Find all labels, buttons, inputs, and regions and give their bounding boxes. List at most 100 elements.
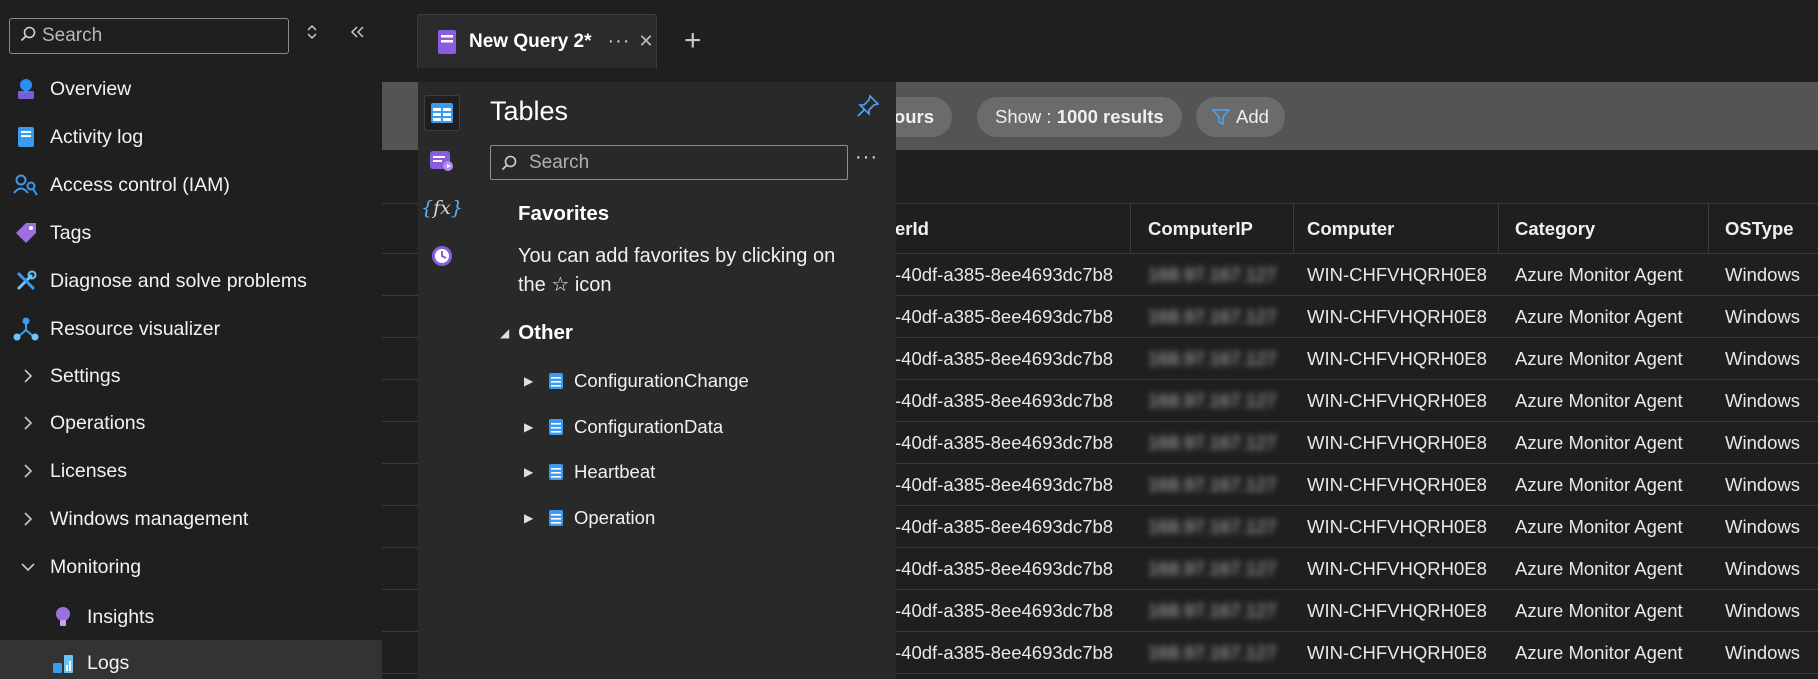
table-cell: WIN-CHFVHQRH0E8	[1307, 600, 1487, 621]
table-icon	[431, 103, 453, 123]
table-cell: -40df-a385-8ee4693dc7b8	[895, 516, 1114, 537]
tab-label: New Query 2*	[469, 30, 592, 52]
expand-collapse-icon[interactable]	[305, 22, 319, 48]
sidebar-item-activity-log[interactable]: Activity log	[0, 114, 382, 160]
queries-rail-button[interactable]	[424, 143, 460, 179]
table-cell: WIN-CHFVHQRH0E8	[1307, 390, 1487, 411]
add-filter-button[interactable]: Add	[1196, 97, 1285, 137]
table-cell: Windows	[1725, 432, 1801, 453]
new-tab-button[interactable]: +	[684, 24, 702, 58]
table-cell: WIN-CHFVHQRH0E8	[1307, 348, 1487, 369]
table-cell: WIN-CHFVHQRH0E8	[1307, 432, 1487, 453]
table-cell: Azure Monitor Agent	[1515, 390, 1683, 411]
table-cell: -40df-a385-8ee4693dc7b8	[895, 432, 1114, 453]
chevron-right-icon	[18, 511, 38, 527]
table-cell: 168.97.167.127	[1148, 390, 1277, 411]
tables-search-input[interactable]: Search	[490, 145, 848, 180]
table-item-configurationdata[interactable]: ▶ ConfigurationData	[524, 412, 723, 442]
show-results-button[interactable]: Show : 1000 results	[977, 97, 1182, 137]
sidebar-item-tags[interactable]: Tags	[0, 210, 382, 256]
queries-icon	[430, 151, 453, 171]
table-cell: 168.97.167.127	[1148, 348, 1277, 369]
table-cell: 168.97.167.127	[1148, 516, 1277, 537]
table-cell: 168.97.167.127	[1148, 306, 1277, 327]
favorites-description: You can add favorites by clicking on the…	[518, 245, 836, 296]
tab-new-query-2[interactable]: New Query 2* ··· ✕	[417, 14, 657, 68]
table-cell: WIN-CHFVHQRH0E8	[1307, 516, 1487, 537]
resource-sidebar: Search Overview Activity log Access cont…	[0, 0, 382, 679]
table-cell: WIN-CHFVHQRH0E8	[1307, 642, 1487, 663]
sidebar-item-monitoring[interactable]: Monitoring	[0, 544, 382, 590]
pin-icon[interactable]	[856, 94, 880, 123]
table-cell: Windows	[1725, 516, 1801, 537]
sidebar-search-placeholder: Search	[42, 25, 103, 46]
table-cell: Windows	[1725, 642, 1801, 663]
overview-icon	[13, 76, 39, 102]
filter-icon	[1212, 108, 1230, 126]
functions-rail-button[interactable]: {fx}	[421, 190, 463, 226]
collapse-sidebar-icon[interactable]	[349, 22, 367, 48]
resource-visualizer-icon	[13, 316, 39, 342]
column-header[interactable]: Category	[1515, 204, 1595, 254]
chevron-right-icon	[18, 368, 38, 384]
sidebar-item-insights[interactable]: Insights	[0, 594, 382, 640]
table-cell: Windows	[1725, 264, 1801, 285]
sidebar-item-diagnose[interactable]: Diagnose and solve problems	[0, 258, 382, 304]
sidebar-item-settings[interactable]: Settings	[0, 353, 382, 399]
sidebar-item-label: Operations	[50, 411, 146, 434]
sidebar-item-label: Access control (IAM)	[50, 173, 230, 196]
table-cell: -40df-a385-8ee4693dc7b8	[895, 306, 1114, 327]
table-cell: 168.97.167.127	[1148, 432, 1277, 453]
tables-search-placeholder: Search	[529, 151, 590, 173]
sidebar-item-resource-visualizer[interactable]: Resource visualizer	[0, 306, 382, 352]
sidebar-item-label: Insights	[87, 605, 155, 628]
column-header[interactable]: Computer	[1307, 204, 1394, 254]
table-cell: -40df-a385-8ee4693dc7b8	[895, 600, 1114, 621]
expand-arrow-icon[interactable]: ▶	[524, 465, 538, 479]
other-group-header[interactable]: ◢ Other	[500, 321, 573, 345]
tag-icon	[13, 220, 39, 246]
sidebar-item-label: Settings	[50, 364, 121, 387]
close-icon[interactable]: ✕	[638, 31, 653, 52]
show-value: 1000 results	[1056, 106, 1164, 127]
sidebar-item-logs[interactable]: Logs	[0, 640, 382, 679]
sidebar-item-licenses[interactable]: Licenses	[0, 448, 382, 494]
sidebar-search-input[interactable]: Search	[9, 18, 289, 54]
table-cell: 168.97.167.127	[1148, 474, 1277, 495]
table-item-operation[interactable]: ▶ Operation	[524, 503, 655, 533]
table-cell: -40df-a385-8ee4693dc7b8	[895, 642, 1114, 663]
sidebar-item-windows-management[interactable]: Windows management	[0, 496, 382, 542]
sidebar-item-operations[interactable]: Operations	[0, 400, 382, 446]
column-header[interactable]: erId	[895, 204, 929, 254]
access-control-icon	[13, 172, 39, 198]
table-item-configurationchange[interactable]: ▶ ConfigurationChange	[524, 366, 749, 396]
table-cell: Azure Monitor Agent	[1515, 516, 1683, 537]
chevron-down-icon	[18, 562, 38, 572]
expand-arrow-icon[interactable]: ▶	[524, 374, 538, 388]
caret-down-icon: ◢	[500, 326, 510, 340]
more-options-icon[interactable]: ···	[855, 146, 878, 169]
table-item-heartbeat[interactable]: ▶ Heartbeat	[524, 457, 655, 487]
table-cell: -40df-a385-8ee4693dc7b8	[895, 348, 1114, 369]
column-header[interactable]: ComputerIP	[1148, 204, 1253, 254]
table-icon	[548, 418, 564, 436]
logs-icon	[50, 650, 76, 676]
query-tab-strip: New Query 2* ··· ✕ +	[382, 0, 1818, 82]
table-cell: Windows	[1725, 600, 1801, 621]
sidebar-item-overview[interactable]: Overview	[0, 66, 382, 112]
expand-arrow-icon[interactable]: ▶	[524, 420, 538, 434]
column-header[interactable]: OSType	[1725, 204, 1794, 254]
sidebar-item-label: Logs	[87, 651, 130, 674]
history-icon	[432, 246, 452, 266]
flyout-title: Tables	[490, 96, 569, 126]
history-rail-button[interactable]	[424, 238, 460, 274]
table-cell: Windows	[1725, 348, 1801, 369]
sidebar-item-label: Licenses	[50, 459, 127, 482]
table-cell: Azure Monitor Agent	[1515, 348, 1683, 369]
table-cell: Windows	[1725, 306, 1801, 327]
tab-more-icon[interactable]: ···	[608, 30, 631, 53]
expand-arrow-icon[interactable]: ▶	[524, 511, 538, 525]
tables-rail-button[interactable]	[424, 95, 460, 131]
sidebar-item-access-control[interactable]: Access control (IAM)	[0, 162, 382, 208]
table-cell: Azure Monitor Agent	[1515, 306, 1683, 327]
